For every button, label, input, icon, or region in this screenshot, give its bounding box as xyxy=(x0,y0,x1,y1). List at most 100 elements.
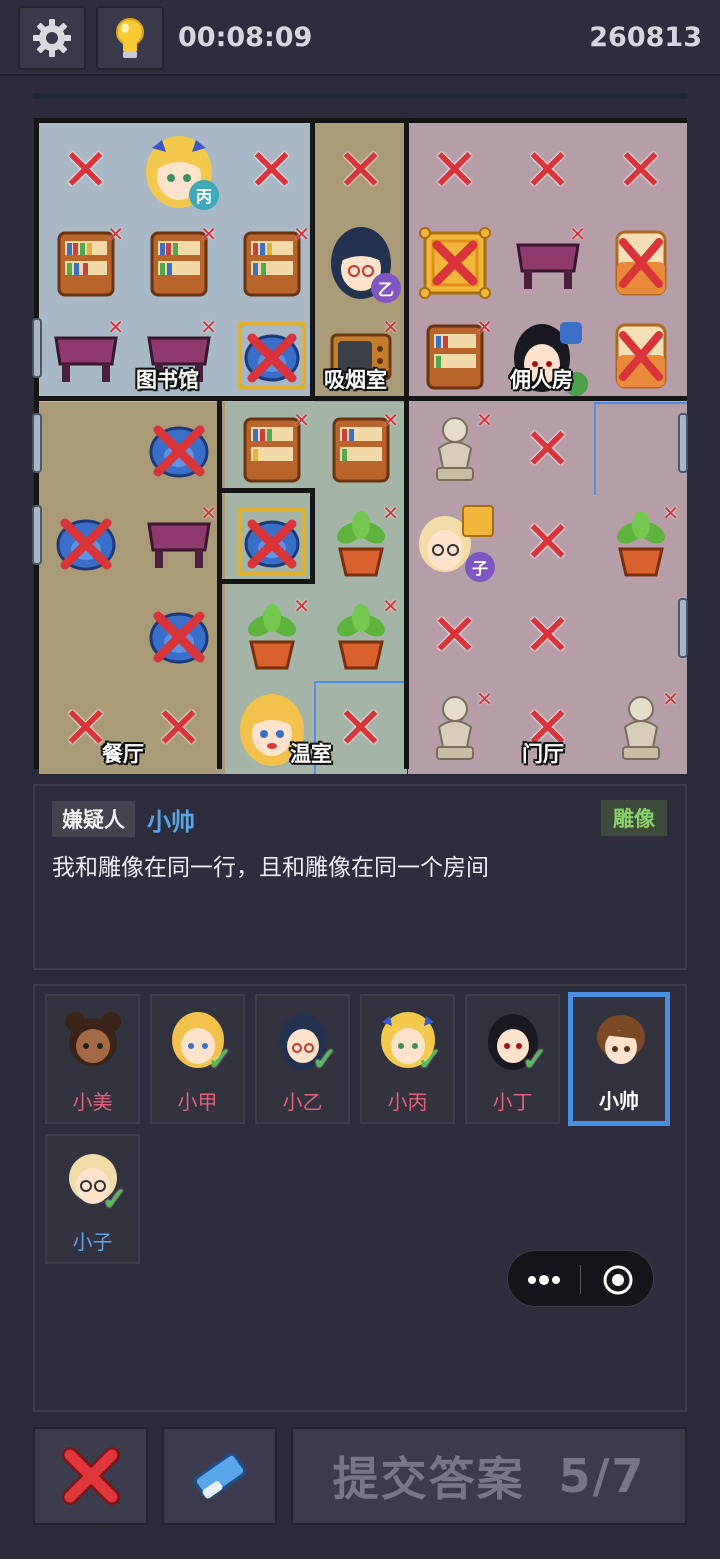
suspect-card-xiaoshuai[interactable]: 小帅 xyxy=(568,992,670,1126)
cell-2-0[interactable]: ✕ xyxy=(39,309,132,402)
suspect-card-xiaomei[interactable]: 小美 xyxy=(45,994,140,1124)
suspect-name: 小帅 xyxy=(599,1089,639,1113)
cell-0-0[interactable]: ✕ xyxy=(39,123,132,216)
room-label-smoking: 吸烟室 xyxy=(324,368,387,392)
cell-0-6[interactable]: ✕ xyxy=(594,123,687,216)
cell-1-1[interactable]: ✕ xyxy=(132,216,225,309)
elapsed-timer: 00:08:09 xyxy=(178,22,313,53)
wall xyxy=(310,118,315,397)
armchair-rug-icon xyxy=(237,321,306,390)
target-circle-icon xyxy=(603,1265,633,1294)
armchair-icon xyxy=(149,611,208,663)
more-button[interactable] xyxy=(508,1251,580,1308)
cell-0-2[interactable]: ✕ xyxy=(225,123,318,216)
cell-2-4[interactable]: ✕ xyxy=(408,309,501,402)
submit-progress: 5/7 xyxy=(558,1449,646,1503)
cross-mark: ✕ xyxy=(154,693,203,762)
small-cross-mark: ✕ xyxy=(293,222,310,246)
cell-3-2[interactable]: ✕ xyxy=(225,402,318,495)
clue-text: 我和雕像在同一行，且和雕像在同一个房间 xyxy=(52,855,489,881)
cell-5-1[interactable] xyxy=(132,588,225,681)
suspect-card-xiaojia[interactable]: ✓ 小甲 xyxy=(150,994,245,1124)
cell-5-3[interactable]: ✕ xyxy=(314,588,407,681)
cell-5-4[interactable]: ✕ xyxy=(408,588,501,681)
clue-suspect-name: 小帅 xyxy=(147,808,195,836)
score: 260813 xyxy=(589,22,702,53)
gear-icon xyxy=(33,19,71,57)
cell-4-2[interactable] xyxy=(225,495,318,588)
cell-1-4[interactable] xyxy=(408,216,501,309)
armchair-rug-icon xyxy=(237,507,306,576)
window-tab xyxy=(32,318,42,378)
suspect-card-xiaoyi[interactable]: ✓ 小乙 xyxy=(255,994,350,1124)
small-cross-mark: ✕ xyxy=(476,687,493,711)
suspects-panel: 小美 ✓ 小甲 ✓ 小乙 ✓ 小丙 ✓ 小丁 小帅 ✓ 小子 xyxy=(33,984,687,1412)
rug-icon xyxy=(418,226,491,299)
suspect-name: 小丙 xyxy=(387,1090,428,1114)
cell-5-6[interactable] xyxy=(594,588,687,681)
cell-6-1[interactable]: ✕ xyxy=(132,681,225,774)
suspect-card-xiaobing[interactable]: ✓ 小丙 xyxy=(360,994,455,1124)
checkmark-icon: ✓ xyxy=(101,1180,128,1218)
room-label-hall: 门厅 xyxy=(522,742,564,766)
statue-icon xyxy=(621,695,660,760)
cell-4-6[interactable]: ✕ xyxy=(594,495,687,588)
small-cross-mark: ✕ xyxy=(382,315,399,339)
cell-3-0[interactable] xyxy=(39,402,132,495)
cell-4-3[interactable]: ✕ xyxy=(314,495,407,588)
small-cross-mark: ✕ xyxy=(569,222,586,246)
cell-3-6[interactable] xyxy=(594,402,687,495)
clear-marks-button[interactable] xyxy=(33,1427,148,1525)
cell-1-6[interactable] xyxy=(594,216,687,309)
cell-0-5[interactable]: ✕ xyxy=(501,123,594,216)
cell-1-3[interactable]: 乙 xyxy=(314,216,407,309)
submit-answer-button[interactable]: 提交答案 5/7 xyxy=(291,1427,687,1525)
checkmark-icon: ✓ xyxy=(206,1040,233,1078)
cell-4-5[interactable]: ✕ xyxy=(501,495,594,588)
cross-mark: ✕ xyxy=(336,135,385,204)
small-cross-mark: ✕ xyxy=(200,315,217,339)
wall xyxy=(217,579,315,584)
cell-3-1[interactable] xyxy=(132,402,225,495)
window-tab xyxy=(32,413,42,473)
cell-3-3[interactable]: ✕ xyxy=(314,402,407,495)
cell-4-4[interactable]: 子 xyxy=(408,495,501,588)
cell-2-6[interactable] xyxy=(594,309,687,402)
cell-3-5[interactable]: ✕ xyxy=(501,402,594,495)
cell-5-5[interactable]: ✕ xyxy=(501,588,594,681)
armchair-icon xyxy=(56,518,115,570)
small-cross-mark: ✕ xyxy=(382,501,399,525)
hint-button[interactable] xyxy=(96,6,164,70)
suspect-card-xiaoding[interactable]: ✓ 小丁 xyxy=(465,994,560,1124)
cell-1-0[interactable]: ✕ xyxy=(39,216,132,309)
cell-4-1[interactable]: ✕ xyxy=(132,495,225,588)
cell-5-0[interactable] xyxy=(39,588,132,681)
cell-6-6[interactable]: ✕ xyxy=(594,681,687,774)
cross-mark: ✕ xyxy=(616,135,665,204)
cell-1-5[interactable]: ✕ xyxy=(501,216,594,309)
cell-0-4[interactable]: ✕ xyxy=(408,123,501,216)
eraser-button[interactable] xyxy=(162,1427,277,1525)
cell-4-0[interactable] xyxy=(39,495,132,588)
cell-3-4[interactable]: ✕ xyxy=(408,402,501,495)
statue-icon xyxy=(435,416,474,481)
badge-zi: 子 xyxy=(465,552,495,582)
cell-2-2[interactable] xyxy=(225,309,318,402)
suspect-card-xiaozi[interactable]: ✓ 小子 xyxy=(45,1134,140,1264)
cell-1-2[interactable]: ✕ xyxy=(225,216,318,309)
eraser-icon xyxy=(193,1452,246,1500)
window-tab xyxy=(678,598,688,658)
bed-icon xyxy=(615,323,666,388)
close-program-button[interactable] xyxy=(581,1251,655,1308)
cell-0-3[interactable]: ✕ xyxy=(314,123,407,216)
lightbulb-icon xyxy=(116,18,144,58)
cell-0-1[interactable]: 丙 xyxy=(132,123,225,216)
bed-icon xyxy=(615,230,666,295)
cell-5-2[interactable]: ✕ xyxy=(225,588,318,681)
cross-mark: ✕ xyxy=(61,135,110,204)
small-cross-mark: ✕ xyxy=(107,315,124,339)
cell-6-4[interactable]: ✕ xyxy=(408,681,501,774)
settings-button[interactable] xyxy=(18,6,86,70)
submit-label: 提交答案 xyxy=(332,1452,525,1506)
small-cross-mark: ✕ xyxy=(293,594,310,618)
